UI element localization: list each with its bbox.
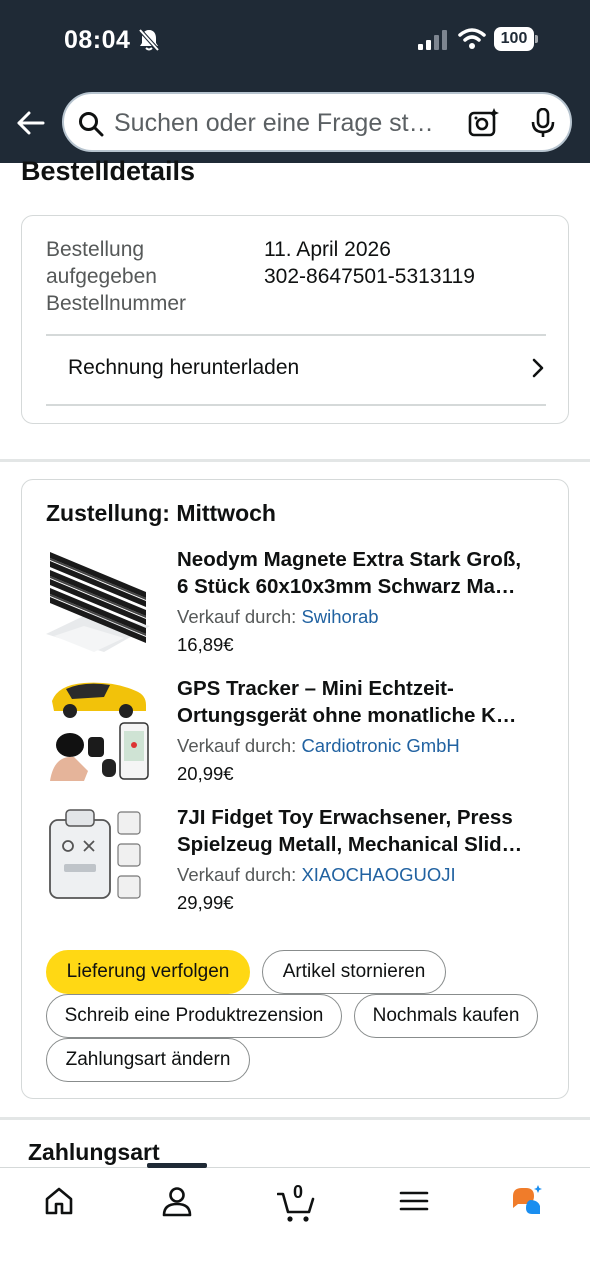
product-image-magnets[interactable]: [44, 546, 150, 652]
search-input[interactable]: Suchen oder eine Frage st…: [114, 109, 454, 138]
product-image-gps-tracker[interactable]: [44, 675, 150, 781]
back-arrow-icon[interactable]: [14, 106, 48, 140]
item-price: 16,89€: [177, 634, 234, 655]
product-image-fidget-toy[interactable]: [44, 804, 150, 910]
order-info-card: Bestellung aufgegeben Bestellnummer 11. …: [21, 215, 569, 424]
change-payment-button[interactable]: Zahlungsart ändern: [46, 1038, 250, 1082]
order-date-label-line1: Bestellung: [46, 238, 145, 261]
order-number-label: Bestellnummer: [46, 292, 187, 315]
cart-count: 0: [293, 1182, 304, 1202]
item-price: 20,99€: [177, 763, 234, 784]
wifi-icon: [458, 28, 486, 49]
buy-again-button[interactable]: Nochmals kaufen: [354, 994, 538, 1038]
active-tab-indicator: [147, 1163, 207, 1168]
order-item[interactable]: GPS Tracker – Mini Echtzeit- Ortungsgerä…: [44, 675, 554, 785]
search-icon: [79, 112, 104, 137]
section-divider: [0, 1117, 590, 1120]
home-icon[interactable]: [42, 1184, 76, 1218]
order-date-label-line2: aufgegeben: [46, 265, 157, 288]
cancel-item-button[interactable]: Artikel stornieren: [262, 950, 446, 994]
item-seller: Verkauf durch: XIAOCHAOGUOJI: [177, 864, 456, 885]
download-invoice-link[interactable]: Rechnung herunterladen: [68, 356, 299, 380]
item-seller: Verkauf durch: Cardiotronic GmbH: [177, 735, 460, 756]
order-date-value: 11. April 2026: [264, 238, 391, 261]
delivery-heading: Zustellung: Mittwoch: [46, 500, 276, 526]
payment-heading: Zahlungsart: [28, 1139, 160, 1165]
item-title[interactable]: GPS Tracker – Mini Echtzeit- Ortungsgerä…: [177, 675, 549, 729]
chevron-right-icon: [532, 358, 544, 378]
battery-indicator: 100: [494, 27, 538, 51]
microphone-icon[interactable]: [530, 108, 556, 138]
signal-icon: [418, 30, 447, 50]
app-header: 08:04 100 Suchen oder eine Frage st…: [0, 0, 590, 163]
seller-link[interactable]: XIAOCHAOGUOJI: [301, 864, 455, 885]
rufus-assistant-icon[interactable]: [510, 1184, 544, 1218]
track-delivery-button[interactable]: Lieferung verfolgen: [46, 950, 250, 994]
write-review-button[interactable]: Schreib eine Produktrezension: [46, 994, 342, 1038]
battery-level: 100: [494, 27, 534, 51]
bell-muted-icon: [138, 28, 160, 52]
section-divider: [0, 459, 590, 462]
account-icon[interactable]: [160, 1184, 194, 1218]
item-price: 29,99€: [177, 892, 234, 913]
camera-search-icon[interactable]: [468, 107, 500, 139]
bottom-navigation: 0: [0, 1163, 590, 1280]
seller-link[interactable]: Cardiotronic GmbH: [301, 735, 459, 756]
item-title[interactable]: 7JI Fidget Toy Erwachsener, Press Spielz…: [177, 804, 549, 858]
item-title[interactable]: Neodym Magnete Extra Stark Groß, 6 Stück…: [177, 546, 549, 600]
status-time: 08:04: [64, 26, 131, 54]
item-seller: Verkauf durch: Swihorab: [177, 606, 379, 627]
seller-link[interactable]: Swihorab: [301, 606, 378, 627]
order-number-value: 302-8647501-5313119: [264, 265, 475, 288]
page-title: Bestelldetails: [21, 156, 196, 186]
order-item[interactable]: 7JI Fidget Toy Erwachsener, Press Spielz…: [44, 804, 554, 914]
delivery-card: Zustellung: Mittwoch Neodym Magnete Extr…: [21, 479, 569, 1099]
search-bar[interactable]: Suchen oder eine Frage st…: [62, 92, 572, 152]
menu-icon[interactable]: [397, 1184, 431, 1218]
order-item[interactable]: Neodym Magnete Extra Stark Groß, 6 Stück…: [44, 546, 554, 656]
